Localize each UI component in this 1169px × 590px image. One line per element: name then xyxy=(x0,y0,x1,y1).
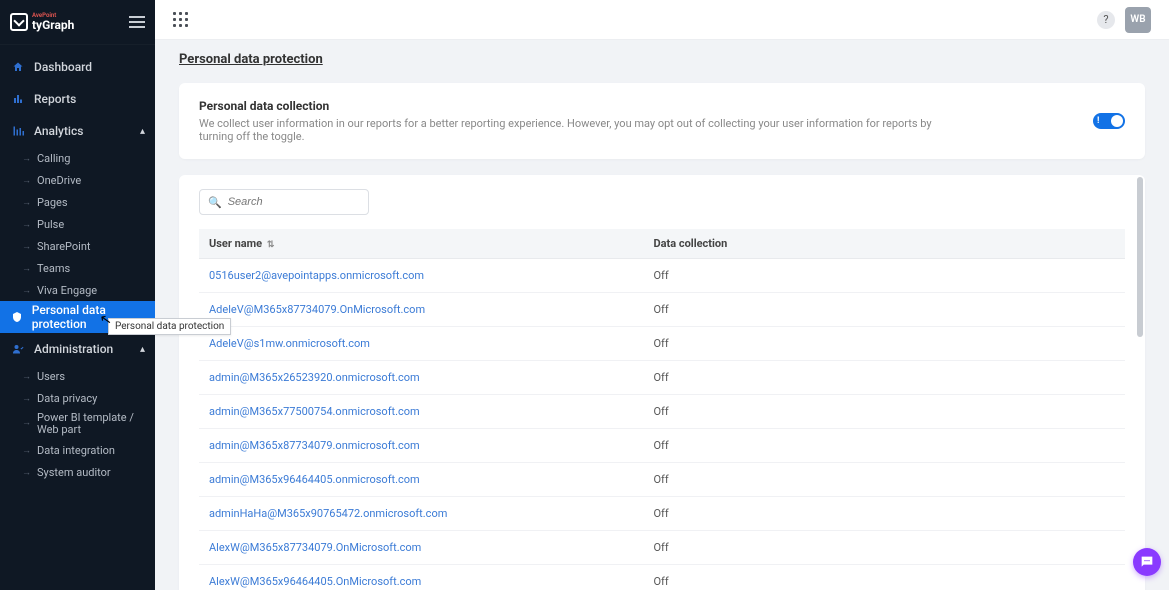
help-icon[interactable]: ? xyxy=(1097,11,1115,29)
tooltip: Personal data protection xyxy=(108,318,231,335)
sidebar-item-dashboard[interactable]: Dashboard xyxy=(0,51,155,83)
admin-icon xyxy=(10,343,26,355)
table-row: adminHaHa@M365x90765472.onmicrosoft.comO… xyxy=(199,497,1125,531)
card-title: Personal data collection xyxy=(199,99,1125,113)
logo[interactable]: AvePoint tyGraph xyxy=(10,13,74,31)
col-datacollection[interactable]: Data collection xyxy=(643,229,1125,259)
chat-fab[interactable] xyxy=(1133,548,1161,576)
sidebar-sub-viva[interactable]: →Viva Engage xyxy=(0,279,155,301)
table-row: admin@M365x26523920.onmicrosoft.comOff xyxy=(199,361,1125,395)
sidebar-sub-powerbi[interactable]: →Power BI template / Web part xyxy=(0,409,155,439)
cell-datacollection: Off xyxy=(643,497,1125,531)
cell-username[interactable]: admin@M365x96464405.onmicrosoft.com xyxy=(199,463,643,497)
card-subtitle: We collect user information in our repor… xyxy=(199,117,940,143)
table-row: AlexW@M365x87734079.OnMicrosoft.comOff xyxy=(199,531,1125,565)
arrow-icon: → xyxy=(22,219,31,230)
table-row: admin@M365x87734079.onmicrosoft.comOff xyxy=(199,429,1125,463)
sidebar-sub-calling[interactable]: →Calling xyxy=(0,147,155,169)
menu-toggle-icon[interactable] xyxy=(129,16,145,28)
toggle-info-icon: ! xyxy=(1097,116,1099,126)
table-row: AlexW@M365x96464405.OnMicrosoft.comOff xyxy=(199,565,1125,590)
users-table: User name ⇅ Data collection 0516user2@av… xyxy=(199,229,1125,590)
cell-datacollection: Off xyxy=(643,259,1125,293)
apps-grid-icon[interactable] xyxy=(173,12,189,28)
analytics-icon xyxy=(10,125,26,137)
cell-username[interactable]: AlexW@M365x87734079.OnMicrosoft.com xyxy=(199,531,643,565)
caret-up-icon: ▴ xyxy=(140,344,145,355)
sidebar-sub-dataprivacy[interactable]: →Data privacy xyxy=(0,387,155,409)
cell-username[interactable]: admin@M365x26523920.onmicrosoft.com xyxy=(199,361,643,395)
arrow-icon: → xyxy=(22,197,31,208)
table-row: AdeleV@M365x87734079.OnMicrosoft.comOff xyxy=(199,293,1125,327)
cell-username[interactable]: admin@M365x87734079.onmicrosoft.com xyxy=(199,429,643,463)
cell-username[interactable]: 0516user2@avepointapps.onmicrosoft.com xyxy=(199,259,643,293)
table-row: AdeleV@s1mw.onmicrosoft.comOff xyxy=(199,327,1125,361)
sidebar: AvePoint tyGraph Dashboard Reports xyxy=(0,0,155,590)
cell-username[interactable]: AlexW@M365x96464405.OnMicrosoft.com xyxy=(199,565,643,590)
cell-datacollection: Off xyxy=(643,463,1125,497)
chat-icon xyxy=(1139,554,1155,570)
search-box[interactable]: 🔍 xyxy=(199,189,369,215)
scrollbar[interactable] xyxy=(1137,177,1143,590)
sidebar-sub-users[interactable]: →Users xyxy=(0,365,155,387)
cell-username[interactable]: adminHaHa@M365x90765472.onmicrosoft.com xyxy=(199,497,643,531)
chart-icon xyxy=(10,93,26,105)
cell-datacollection: Off xyxy=(643,327,1125,361)
sidebar-sub-sharepoint[interactable]: →SharePoint xyxy=(0,235,155,257)
arrow-icon: → xyxy=(22,153,31,164)
sidebar-item-reports[interactable]: Reports xyxy=(0,83,155,115)
table-row: admin@M365x96464405.onmicrosoft.comOff xyxy=(199,463,1125,497)
card-user-table: 🔍 User name ⇅ Data collection xyxy=(179,175,1145,590)
avatar[interactable]: WB xyxy=(1125,7,1151,33)
arrow-icon: → xyxy=(22,445,31,456)
sort-icon: ⇅ xyxy=(267,240,275,250)
sidebar-item-analytics[interactable]: Analytics ▴ xyxy=(0,115,155,147)
arrow-icon: → xyxy=(22,175,31,186)
sidebar-dashboard-label: Dashboard xyxy=(34,60,92,74)
cell-username[interactable]: admin@M365x77500754.onmicrosoft.com xyxy=(199,395,643,429)
arrow-icon: → xyxy=(22,467,31,478)
cell-username[interactable]: AdeleV@s1mw.onmicrosoft.com xyxy=(199,327,643,361)
cell-username[interactable]: AdeleV@M365x87734079.OnMicrosoft.com xyxy=(199,293,643,327)
sidebar-reports-label: Reports xyxy=(34,92,76,106)
search-icon: 🔍 xyxy=(208,196,222,209)
card-data-collection: Personal data collection We collect user… xyxy=(179,83,1145,159)
home-icon xyxy=(10,61,26,73)
cell-datacollection: Off xyxy=(643,293,1125,327)
topbar: ? WB xyxy=(155,0,1169,40)
cell-datacollection: Off xyxy=(643,565,1125,590)
page-title: Personal data protection xyxy=(179,52,1145,67)
cell-datacollection: Off xyxy=(643,429,1125,463)
toggle-knob xyxy=(1111,115,1123,127)
sidebar-sub-dataintegration[interactable]: →Data integration xyxy=(0,439,155,461)
sidebar-sub-pulse[interactable]: →Pulse xyxy=(0,213,155,235)
arrow-icon: → xyxy=(22,285,31,296)
sidebar-sub-onedrive[interactable]: →OneDrive xyxy=(0,169,155,191)
arrow-icon: → xyxy=(22,241,31,252)
col-username[interactable]: User name ⇅ xyxy=(199,229,643,259)
sidebar-header: AvePoint tyGraph xyxy=(0,0,155,45)
arrow-icon: → xyxy=(22,263,31,274)
table-row: 0516user2@avepointapps.onmicrosoft.comOf… xyxy=(199,259,1125,293)
sidebar-sub-teams[interactable]: →Teams xyxy=(0,257,155,279)
arrow-icon: → xyxy=(22,371,31,382)
sidebar-analytics-label: Analytics xyxy=(34,124,83,138)
sidebar-sub-sysauditor[interactable]: →System auditor xyxy=(0,461,155,483)
collection-toggle[interactable]: ! xyxy=(1093,113,1125,129)
logo-brand-bottom: tyGraph xyxy=(32,19,74,31)
sidebar-item-administration[interactable]: Administration ▴ xyxy=(0,333,155,365)
cell-datacollection: Off xyxy=(643,395,1125,429)
cell-datacollection: Off xyxy=(643,531,1125,565)
sidebar-admin-label: Administration xyxy=(34,342,113,356)
shield-icon xyxy=(10,311,24,323)
caret-up-icon: ▴ xyxy=(140,126,145,137)
scrollbar-thumb[interactable] xyxy=(1137,177,1143,337)
sidebar-sub-pages[interactable]: →Pages xyxy=(0,191,155,213)
cell-datacollection: Off xyxy=(643,361,1125,395)
table-row: admin@M365x77500754.onmicrosoft.comOff xyxy=(199,395,1125,429)
arrow-icon: → xyxy=(22,419,31,429)
search-input[interactable] xyxy=(228,196,371,208)
logo-icon xyxy=(10,13,28,31)
arrow-icon: → xyxy=(22,393,31,404)
